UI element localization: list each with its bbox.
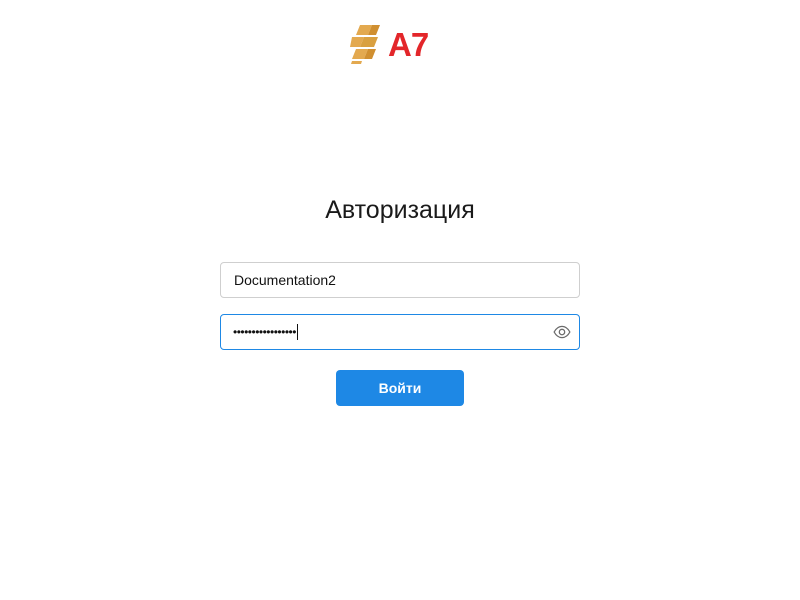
eye-icon[interactable] xyxy=(553,323,571,341)
page-title: Авторизация xyxy=(325,196,475,224)
login-field[interactable]: Documentation2 xyxy=(220,262,580,298)
brand-logo-text: A7 xyxy=(388,25,429,63)
stacked-bricks-icon xyxy=(350,25,380,64)
password-field-value[interactable]: ••••••••••••••••• xyxy=(221,324,553,340)
login-page: A7 Авторизация Documentation2 ••••••••••… xyxy=(0,0,800,600)
text-caret xyxy=(296,324,298,340)
login-button[interactable]: Войти xyxy=(336,370,464,406)
password-field[interactable]: ••••••••••••••••• xyxy=(220,314,580,350)
password-mask: ••••••••••••••••• xyxy=(233,325,296,339)
brand-logo: A7 xyxy=(350,22,450,66)
login-field-value[interactable]: Documentation2 xyxy=(221,272,579,288)
